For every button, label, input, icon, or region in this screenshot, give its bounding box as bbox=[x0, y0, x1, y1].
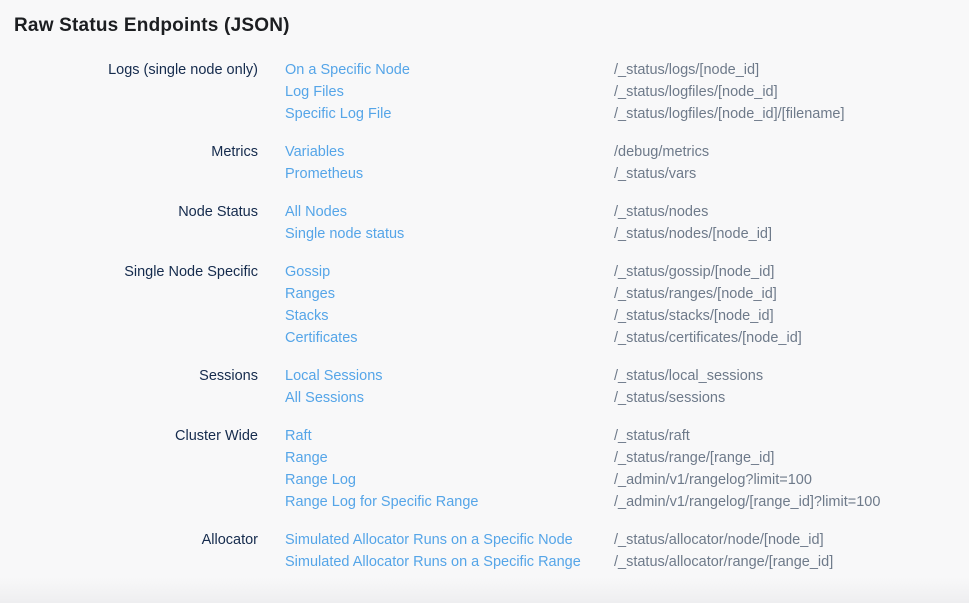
endpoint-link-range-log[interactable]: Range Log bbox=[285, 469, 614, 491]
section-allocator: Allocator Simulated Allocator Runs on a … bbox=[0, 529, 969, 573]
endpoint-path: /_status/allocator/range/[range_id] bbox=[614, 551, 969, 573]
endpoint-path: /_status/ranges/[node_id] bbox=[614, 283, 969, 305]
links-column: Raft Range Range Log Range Log for Speci… bbox=[258, 425, 614, 513]
paths-column: /_status/logs/[node_id] /_status/logfile… bbox=[614, 59, 969, 125]
endpoint-path: /_status/vars bbox=[614, 163, 969, 185]
endpoint-path: /_status/logfiles/[node_id]/[filename] bbox=[614, 103, 969, 125]
category-label: Sessions bbox=[0, 365, 258, 387]
endpoint-path: /_status/sessions bbox=[614, 387, 969, 409]
page-title: Raw Status Endpoints (JSON) bbox=[0, 0, 969, 38]
endpoint-link-gossip[interactable]: Gossip bbox=[285, 261, 614, 283]
endpoint-link-allocator-runs-node[interactable]: Simulated Allocator Runs on a Specific N… bbox=[285, 529, 614, 551]
endpoint-link-ranges[interactable]: Ranges bbox=[285, 283, 614, 305]
endpoint-link-range[interactable]: Range bbox=[285, 447, 614, 469]
endpoint-path: /_status/nodes/[node_id] bbox=[614, 223, 969, 245]
section-logs: Logs (single node only) On a Specific No… bbox=[0, 59, 969, 125]
category-cell: Node Status bbox=[0, 201, 258, 245]
endpoint-link-single-node-status[interactable]: Single node status bbox=[285, 223, 614, 245]
endpoint-link-prometheus[interactable]: Prometheus bbox=[285, 163, 614, 185]
endpoint-path: /_status/logfiles/[node_id] bbox=[614, 81, 969, 103]
endpoint-link-local-sessions[interactable]: Local Sessions bbox=[285, 365, 614, 387]
links-column: Variables Prometheus bbox=[258, 141, 614, 185]
paths-column: /_status/allocator/node/[node_id] /_stat… bbox=[614, 529, 969, 573]
category-label: Metrics bbox=[0, 141, 258, 163]
endpoint-path: /_status/stacks/[node_id] bbox=[614, 305, 969, 327]
category-cell: Metrics bbox=[0, 141, 258, 185]
category-cell: Single Node Specific bbox=[0, 261, 258, 349]
endpoint-link-on-a-specific-node[interactable]: On a Specific Node bbox=[285, 59, 614, 81]
section-single-node-specific: Single Node Specific Gossip Ranges Stack… bbox=[0, 261, 969, 349]
section-sessions: Sessions Local Sessions All Sessions /_s… bbox=[0, 365, 969, 409]
endpoint-link-range-log-specific-range[interactable]: Range Log for Specific Range bbox=[285, 491, 614, 513]
endpoint-link-raft[interactable]: Raft bbox=[285, 425, 614, 447]
links-column: Local Sessions All Sessions bbox=[258, 365, 614, 409]
endpoint-path: /_status/certificates/[node_id] bbox=[614, 327, 969, 349]
endpoint-path: /_status/gossip/[node_id] bbox=[614, 261, 969, 283]
paths-column: /_status/raft /_status/range/[range_id] … bbox=[614, 425, 969, 513]
paths-column: /debug/metrics /_status/vars bbox=[614, 141, 969, 185]
category-cell: Sessions bbox=[0, 365, 258, 409]
endpoint-path: /_status/range/[range_id] bbox=[614, 447, 969, 469]
endpoint-path: /_status/allocator/node/[node_id] bbox=[614, 529, 969, 551]
endpoint-link-variables[interactable]: Variables bbox=[285, 141, 614, 163]
endpoint-sections: Logs (single node only) On a Specific No… bbox=[0, 59, 969, 573]
links-column: Simulated Allocator Runs on a Specific N… bbox=[258, 529, 614, 573]
section-node-status: Node Status All Nodes Single node status… bbox=[0, 201, 969, 245]
category-label: Single Node Specific bbox=[0, 261, 258, 283]
endpoint-path: /_status/logs/[node_id] bbox=[614, 59, 969, 81]
category-label: Allocator bbox=[0, 529, 258, 551]
paths-column: /_status/nodes /_status/nodes/[node_id] bbox=[614, 201, 969, 245]
raw-status-endpoints-page: Raw Status Endpoints (JSON) Logs (single… bbox=[0, 0, 969, 603]
endpoint-path: /_status/nodes bbox=[614, 201, 969, 223]
category-cell: Logs (single node only) bbox=[0, 59, 258, 125]
endpoint-path: /_status/local_sessions bbox=[614, 365, 969, 387]
endpoint-link-stacks[interactable]: Stacks bbox=[285, 305, 614, 327]
links-column: All Nodes Single node status bbox=[258, 201, 614, 245]
paths-column: /_status/gossip/[node_id] /_status/range… bbox=[614, 261, 969, 349]
section-cluster-wide: Cluster Wide Raft Range Range Log Range … bbox=[0, 425, 969, 513]
category-cell: Cluster Wide bbox=[0, 425, 258, 513]
footer-gradient-strip bbox=[0, 577, 969, 603]
category-cell: Allocator bbox=[0, 529, 258, 573]
endpoint-path: /_admin/v1/rangelog?limit=100 bbox=[614, 469, 969, 491]
endpoint-link-certificates[interactable]: Certificates bbox=[285, 327, 614, 349]
category-label: Node Status bbox=[0, 201, 258, 223]
links-column: On a Specific Node Log Files Specific Lo… bbox=[258, 59, 614, 125]
links-column: Gossip Ranges Stacks Certificates bbox=[258, 261, 614, 349]
endpoint-link-allocator-runs-range[interactable]: Simulated Allocator Runs on a Specific R… bbox=[285, 551, 614, 573]
endpoint-link-specific-log-file[interactable]: Specific Log File bbox=[285, 103, 614, 125]
endpoint-path: /_admin/v1/rangelog/[range_id]?limit=100 bbox=[614, 491, 969, 513]
endpoint-path: /_status/raft bbox=[614, 425, 969, 447]
endpoint-link-all-nodes[interactable]: All Nodes bbox=[285, 201, 614, 223]
endpoint-link-log-files[interactable]: Log Files bbox=[285, 81, 614, 103]
endpoint-path: /debug/metrics bbox=[614, 141, 969, 163]
paths-column: /_status/local_sessions /_status/session… bbox=[614, 365, 969, 409]
category-label: Cluster Wide bbox=[0, 425, 258, 447]
category-label: Logs (single node only) bbox=[0, 59, 258, 81]
endpoint-link-all-sessions[interactable]: All Sessions bbox=[285, 387, 614, 409]
section-metrics: Metrics Variables Prometheus /debug/metr… bbox=[0, 141, 969, 185]
